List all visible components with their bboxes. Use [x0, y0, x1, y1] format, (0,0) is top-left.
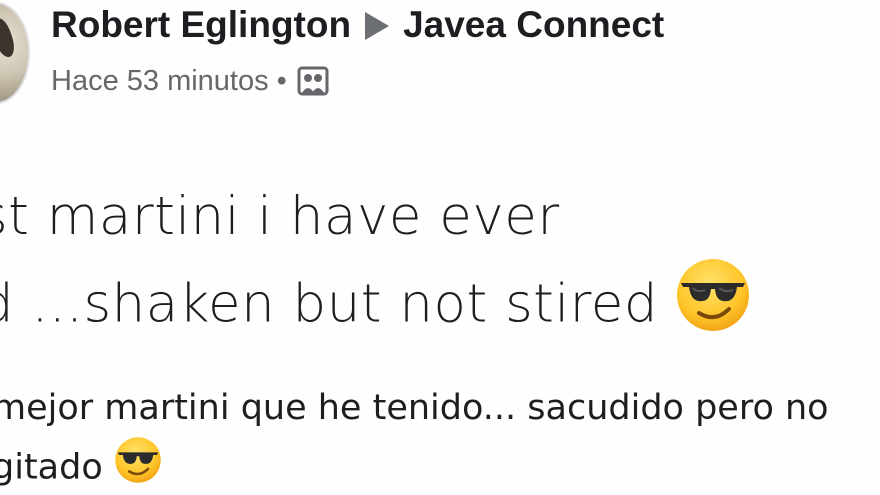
- avatar[interactable]: [0, 2, 30, 104]
- post-text-en-line-1: st martini i have ever: [0, 186, 560, 247]
- post-text-es-line-2-text: gitado: [0, 447, 103, 488]
- group-name[interactable]: Javea Connect: [403, 4, 664, 45]
- sunglasses-emoji-icon: [114, 436, 162, 495]
- post-text-es-line-2: gitado: [0, 436, 880, 495]
- post-text-es-line-1: mejor martini que he tenido... sacudido …: [0, 388, 829, 428]
- post-text-en-line-2-text: d ...shaken but not stired: [0, 273, 659, 335]
- avatar-figure: [0, 16, 19, 60]
- arrow-right-icon: [365, 12, 390, 40]
- author-name[interactable]: Robert Eglington: [51, 4, 351, 45]
- group-icon: [297, 66, 329, 106]
- timestamp[interactable]: Hace 53 minutos: [51, 65, 269, 97]
- post-text-english: st martini i have ever d ...shaken but n…: [0, 177, 880, 356]
- post-frame: Robert Eglington Javea Connect Hace 53 mi…: [0, 0, 880, 495]
- post-meta: Hace 53 minutos •: [51, 62, 329, 106]
- post-header: Robert Eglington Javea Connect: [51, 3, 664, 47]
- post-text-en-line-2: d ...shaken but not stired: [0, 257, 880, 356]
- sunglasses-emoji-icon: [675, 257, 751, 356]
- post-text-spanish: mejor martini que he tenido... sacudido …: [0, 380, 880, 495]
- meta-separator: •: [276, 65, 287, 97]
